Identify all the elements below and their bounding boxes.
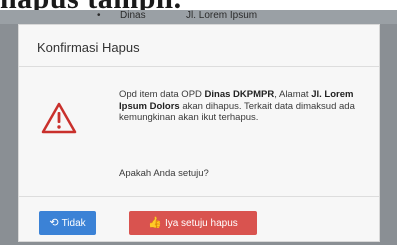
background-cell-address: Jl. Lorem Ipsum	[186, 10, 258, 21]
message-part-1: Opd item data OPD	[119, 89, 205, 100]
confirm-delete-dialog: Konfirmasi Hapus Opd item data OPD Dinas…	[18, 24, 380, 242]
confirm-delete-button[interactable]: 👍 Iya setuju hapus	[129, 211, 257, 235]
background-cell-opd: Dinas	[120, 10, 146, 21]
confirm-delete-button-label: Iya setuju hapus	[164, 217, 238, 229]
dialog-header: Konfirmasi Hapus	[19, 25, 379, 67]
dialog-body: Opd item data OPD Dinas DKPMPR, Alamat J…	[19, 67, 379, 197]
cancel-button[interactable]: ⟲ Tidak	[39, 211, 96, 235]
cancel-button-label: Tidak	[61, 217, 86, 229]
dialog-message: Opd item data OPD Dinas DKPMPR, Alamat J…	[119, 89, 369, 124]
warning-triangle-icon	[41, 102, 77, 134]
refresh-icon: ⟲	[49, 216, 59, 229]
dialog-footer: ⟲ Tidak 👍 Iya setuju hapus	[19, 197, 379, 241]
dialog-question: Apakah Anda setuju?	[119, 168, 209, 179]
background-table-row: • Dinas Jl. Lorem Ipsum	[0, 10, 397, 24]
background-bullet: •	[97, 10, 101, 21]
message-part-2: , Alamat	[274, 89, 312, 100]
opd-name: Dinas DKPMPR	[204, 89, 275, 100]
thumbs-up-icon: 👍	[148, 216, 162, 229]
dialog-title: Konfirmasi Hapus	[37, 40, 140, 55]
